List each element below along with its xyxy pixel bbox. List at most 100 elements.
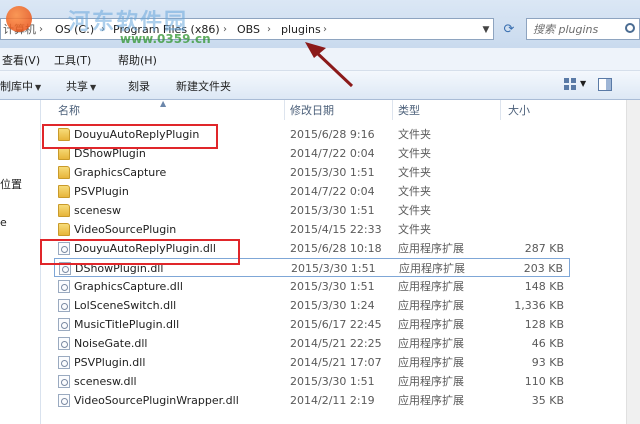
file-name: PSVPlugin [74, 185, 129, 198]
column-divider[interactable] [284, 100, 285, 120]
file-row[interactable]: MusicTitlePlugin.dll 2015/6/17 22:45 应用程序扩… [54, 315, 570, 334]
chevron-down-icon: ▼ [35, 83, 42, 92]
navigation-pane[interactable]: 位置 e [0, 100, 41, 424]
new-folder-button[interactable]: 新建文件夹 [176, 78, 231, 94]
file-type: 应用程序扩展 [398, 280, 464, 293]
folder-icon [58, 185, 70, 198]
file-size: 93 KB [531, 356, 564, 369]
burn-button[interactable]: 刻录 [128, 78, 150, 94]
refresh-icon[interactable]: ⟳ [500, 21, 518, 39]
column-header-size[interactable]: 大小 [508, 102, 530, 118]
file-modified-date: 2015/6/28 9:16 [290, 128, 375, 141]
change-view-icon[interactable] [564, 78, 578, 91]
file-modified-date: 2014/5/21 22:25 [290, 337, 382, 350]
file-modified-date: 2014/7/22 0:04 [290, 147, 375, 160]
dll-file-icon [58, 375, 70, 388]
file-modified-date: 2015/6/28 10:18 [290, 242, 382, 255]
file-name: VideoSourcePlugin [74, 223, 177, 236]
folder-row[interactable]: GraphicsCapture 2015/3/30 1:51 文件夹 [54, 163, 570, 182]
column-divider[interactable] [392, 100, 393, 120]
command-toolbar: 制库中 ▼ 共享 ▼ 刻录 新建文件夹 ▼ [0, 71, 640, 100]
file-modified-date: 2015/3/30 1:24 [290, 299, 375, 312]
file-name: GraphicsCapture [74, 166, 167, 179]
file-modified-date: 2014/2/11 2:19 [290, 394, 375, 407]
file-modified-date: 2015/6/17 22:45 [290, 318, 382, 331]
folder-icon [58, 204, 70, 217]
chevron-right-icon[interactable]: › [323, 22, 327, 38]
file-modified-date: 2014/5/21 17:07 [290, 356, 382, 369]
file-row[interactable]: VideoSourcePluginWrapper.dll 2014/2/11 2:… [54, 391, 570, 410]
include-in-library-label: 制库中 [0, 80, 33, 93]
file-type: 应用程序扩展 [398, 242, 464, 255]
file-row[interactable]: PSVPlugin.dll 2014/5/21 17:07 应用程序扩展 93 KB [54, 353, 570, 372]
file-type: 文件夹 [398, 166, 431, 179]
menu-tools[interactable]: 工具(T) [54, 52, 91, 68]
file-row[interactable]: LolSceneSwitch.dll 2015/3/30 1:24 应用程序扩展 1,… [54, 296, 570, 315]
file-type: 应用程序扩展 [398, 318, 464, 331]
file-modified-date: 2014/7/22 0:04 [290, 185, 375, 198]
file-size: 110 KB [524, 375, 564, 388]
search-icon[interactable] [625, 23, 635, 33]
menu-view[interactable]: 查看(V) [2, 52, 40, 68]
file-modified-date: 2015/3/30 1:51 [290, 375, 375, 388]
folder-row[interactable]: VideoSourcePlugin 2015/4/15 22:33 文件夹 [54, 220, 570, 239]
share-button[interactable]: 共享 ▼ [66, 78, 96, 94]
nav-item-fragment[interactable]: e [0, 216, 7, 229]
file-row[interactable]: NoiseGate.dll 2014/5/21 22:25 应用程序扩展 46 KB [54, 334, 570, 353]
file-type: 应用程序扩展 [398, 375, 464, 388]
watermark-logo [6, 6, 32, 32]
search-input[interactable]: 搜索 plugins [526, 18, 640, 40]
file-row[interactable]: scenesw.dll 2015/3/30 1:51 应用程序扩展 110 KB [54, 372, 570, 391]
highlight-box [42, 124, 218, 149]
file-type: 应用程序扩展 [398, 394, 464, 407]
preview-pane-icon[interactable] [598, 78, 612, 91]
breadcrumb-plugins[interactable]: plugins [281, 22, 321, 38]
file-name: MusicTitlePlugin.dll [74, 318, 180, 331]
file-size: 148 KB [524, 280, 564, 293]
file-name: VideoSourcePluginWrapper.dll [74, 394, 239, 407]
dll-file-icon [58, 299, 70, 312]
dll-file-icon [58, 356, 70, 369]
file-modified-date: 2015/3/30 1:51 [290, 166, 375, 179]
search-placeholder: 搜索 plugins [533, 23, 599, 36]
address-history-dropdown-icon[interactable]: ▼ [479, 22, 493, 38]
file-size: 287 KB [524, 242, 564, 255]
file-type: 应用程序扩展 [399, 262, 465, 275]
dll-file-icon [58, 337, 70, 350]
file-row[interactable]: GraphicsCapture.dll 2015/3/30 1:51 应用程序扩展 1… [54, 277, 570, 296]
menu-help[interactable]: 帮助(H) [118, 52, 157, 68]
file-type: 文件夹 [398, 204, 431, 217]
file-name: GraphicsCapture.dll [74, 280, 183, 293]
nav-item-fragment[interactable]: 位置 [0, 176, 22, 192]
column-header-date[interactable]: 修改日期 [290, 102, 334, 118]
file-name: NoiseGate.dll [74, 337, 148, 350]
column-divider[interactable] [500, 100, 501, 120]
column-header-type[interactable]: 类型 [398, 102, 420, 118]
chevron-down-icon[interactable]: ▼ [580, 79, 586, 88]
include-in-library-button[interactable]: 制库中 ▼ [0, 78, 41, 94]
vertical-scrollbar[interactable] [626, 100, 640, 424]
highlight-box [40, 239, 240, 265]
chevron-down-icon: ▼ [90, 83, 97, 92]
folder-row[interactable]: PSVPlugin 2014/7/22 0:04 文件夹 [54, 182, 570, 201]
file-modified-date: 2015/3/30 1:51 [290, 280, 375, 293]
file-type: 文件夹 [398, 185, 431, 198]
breadcrumb-obs[interactable]: OBS [237, 22, 260, 38]
column-header-name[interactable]: 名称 [58, 102, 80, 118]
dll-file-icon [58, 280, 70, 293]
file-size: 203 KB [523, 262, 563, 275]
file-modified-date: 2015/3/30 1:51 [290, 204, 375, 217]
share-label: 共享 [66, 80, 88, 93]
file-name: scenesw [74, 204, 122, 217]
file-name: scenesw.dll [74, 375, 137, 388]
file-size: 1,336 KB [514, 299, 564, 312]
chevron-right-icon[interactable]: › [267, 22, 271, 38]
file-type: 文件夹 [398, 128, 431, 141]
folder-row[interactable]: scenesw 2015/3/30 1:51 文件夹 [54, 201, 570, 220]
file-name: LolSceneSwitch.dll [74, 299, 177, 312]
folder-icon [58, 223, 70, 236]
file-type: 文件夹 [398, 223, 431, 236]
file-type: 应用程序扩展 [398, 299, 464, 312]
file-name: PSVPlugin.dll [74, 356, 146, 369]
file-size: 46 KB [531, 337, 564, 350]
